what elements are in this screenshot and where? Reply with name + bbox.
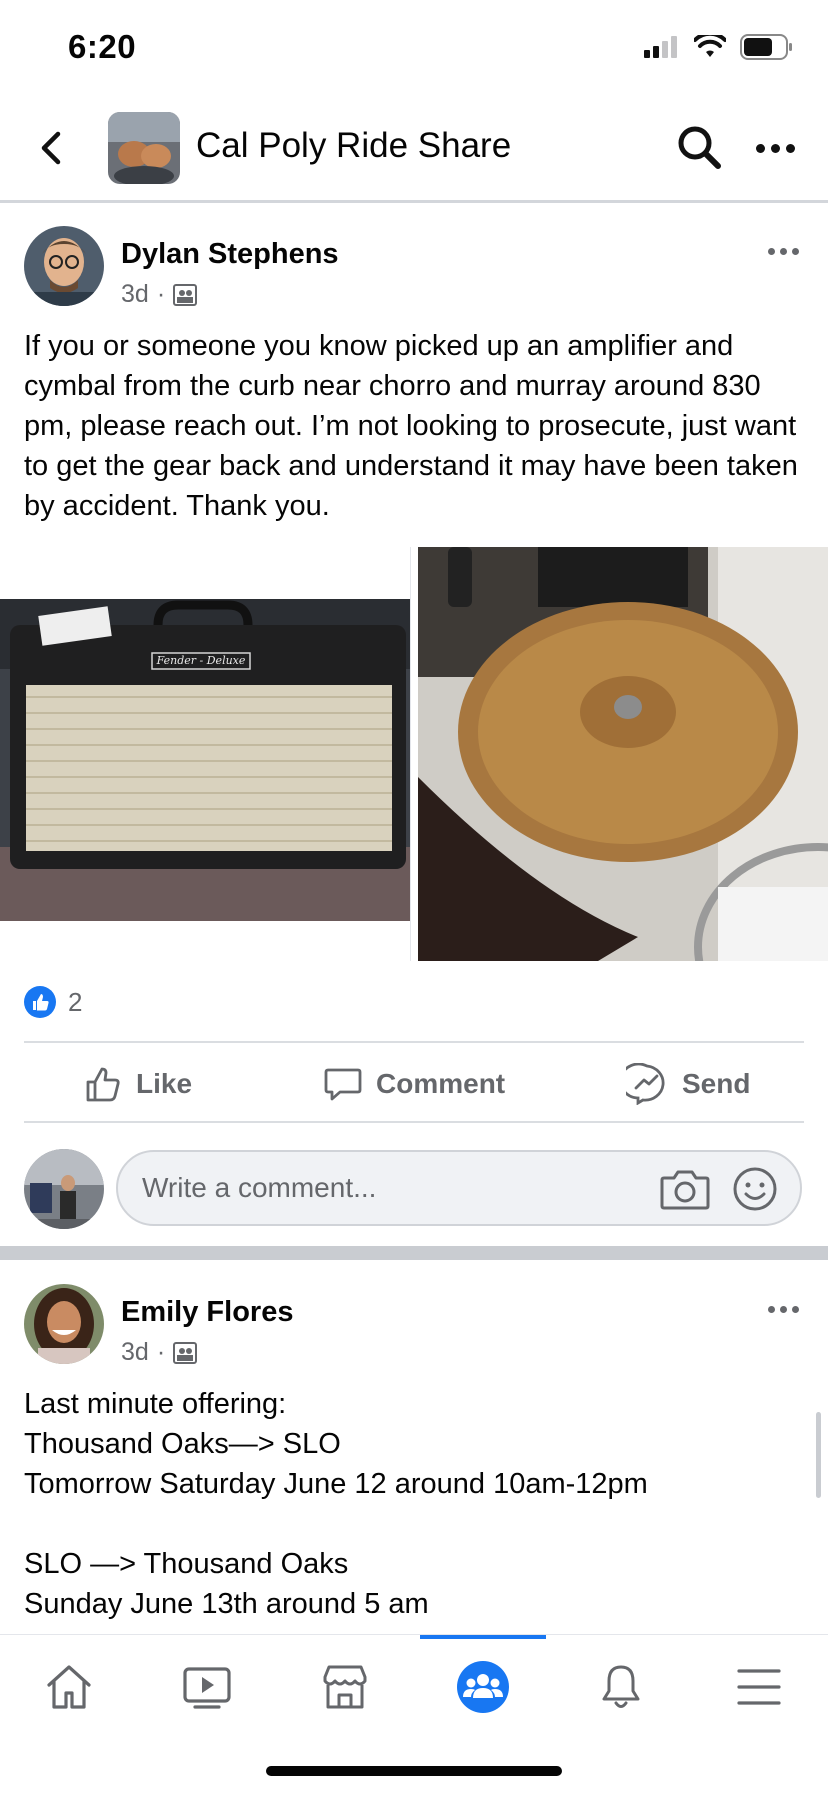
camera-icon[interactable]: [660, 1168, 710, 1210]
meta-separator: ·: [156, 1338, 166, 1366]
cymbal-photo[interactable]: [418, 547, 828, 1051]
like-button[interactable]: Like: [84, 1045, 192, 1123]
home-indicator: [266, 1766, 562, 1776]
group-avatar[interactable]: [108, 112, 180, 184]
nav-marketplace[interactable]: [305, 1655, 385, 1719]
post-meta: 3d ·: [121, 1338, 198, 1367]
members-icon: [173, 283, 198, 306]
author-name[interactable]: Emily Flores: [121, 1296, 293, 1329]
post-text: If you or someone you know picked up an …: [24, 330, 798, 522]
post-options-icon[interactable]: [768, 248, 799, 255]
active-tab-indicator: [420, 1635, 546, 1639]
post-age[interactable]: 3d: [121, 1338, 149, 1367]
reaction-summary[interactable]: 2: [24, 986, 82, 1018]
nav-home[interactable]: [29, 1655, 109, 1719]
menu-icon: [737, 1669, 781, 1705]
wifi-icon: [694, 35, 726, 57]
more-options-icon[interactable]: [756, 144, 795, 153]
messenger-icon: [626, 1063, 665, 1105]
post-meta: 3d ·: [121, 280, 198, 309]
post-line: SLO —> Thousand Oaks: [24, 1548, 349, 1580]
emoji-icon[interactable]: [732, 1166, 778, 1212]
nav-groups[interactable]: [443, 1655, 523, 1719]
divider: [24, 1121, 804, 1123]
like-label: Like: [136, 1068, 193, 1099]
post-separator: [0, 1246, 828, 1260]
divider: [24, 1041, 804, 1043]
comment-placeholder: Write a comment...: [142, 1172, 377, 1203]
comment-icon: [324, 1068, 362, 1101]
group-header: Cal Poly Ride Share: [0, 100, 828, 203]
comment-input[interactable]: Write a comment...: [116, 1150, 802, 1226]
current-user-avatar[interactable]: [24, 1149, 104, 1229]
send-label: Send: [682, 1068, 751, 1099]
home-icon: [47, 1665, 91, 1709]
author-avatar[interactable]: [24, 226, 104, 306]
post-text: Last minute offering: Thousand Oaks—> SL…: [24, 1384, 804, 1624]
back-arrow-icon[interactable]: [30, 126, 74, 170]
author-name[interactable]: Dylan Stephens: [121, 238, 339, 271]
nav-notifications[interactable]: [581, 1655, 661, 1719]
nav-watch[interactable]: [167, 1655, 247, 1719]
marketplace-icon: [323, 1665, 367, 1709]
scrollbar[interactable]: [816, 1412, 821, 1498]
post-actions: Like Comment Send: [0, 1045, 828, 1123]
thumbs-up-icon: [86, 1067, 120, 1102]
watch-icon: [183, 1667, 231, 1709]
post-line: Sunday June 13th around 5 am: [24, 1588, 429, 1620]
status-time: 6:20: [68, 28, 137, 65]
battery-icon: [740, 34, 792, 60]
like-count: 2: [68, 986, 83, 1017]
signal-icon: [644, 36, 677, 58]
search-icon[interactable]: [676, 124, 722, 170]
author-avatar[interactable]: [24, 1284, 104, 1364]
post-line: Thousand Oaks—> SLO: [24, 1428, 341, 1460]
notifications-icon: [602, 1665, 640, 1708]
status-icons: [644, 34, 794, 60]
post-line: Last minute offering:: [24, 1388, 287, 1420]
comment-button[interactable]: Comment: [324, 1045, 505, 1123]
post-line: [24, 1504, 804, 1544]
group-title[interactable]: Cal Poly Ride Share: [196, 126, 511, 166]
post-options-icon[interactable]: [768, 1306, 799, 1313]
post-age[interactable]: 3d: [121, 280, 149, 309]
meta-separator: ·: [156, 280, 166, 308]
comment-label: Comment: [376, 1068, 506, 1099]
like-reaction-icon: [24, 986, 56, 1018]
post-line: Tomorrow Saturday June 12 around 10am-12…: [24, 1468, 648, 1500]
amp-logo: Fender - Deluxe: [156, 654, 246, 667]
groups-icon: [457, 1661, 509, 1713]
amplifier-photo[interactable]: Fender - Deluxe: [0, 547, 411, 961]
nav-menu[interactable]: [719, 1655, 799, 1719]
send-button[interactable]: Send: [626, 1045, 750, 1123]
members-icon: [173, 1341, 198, 1364]
